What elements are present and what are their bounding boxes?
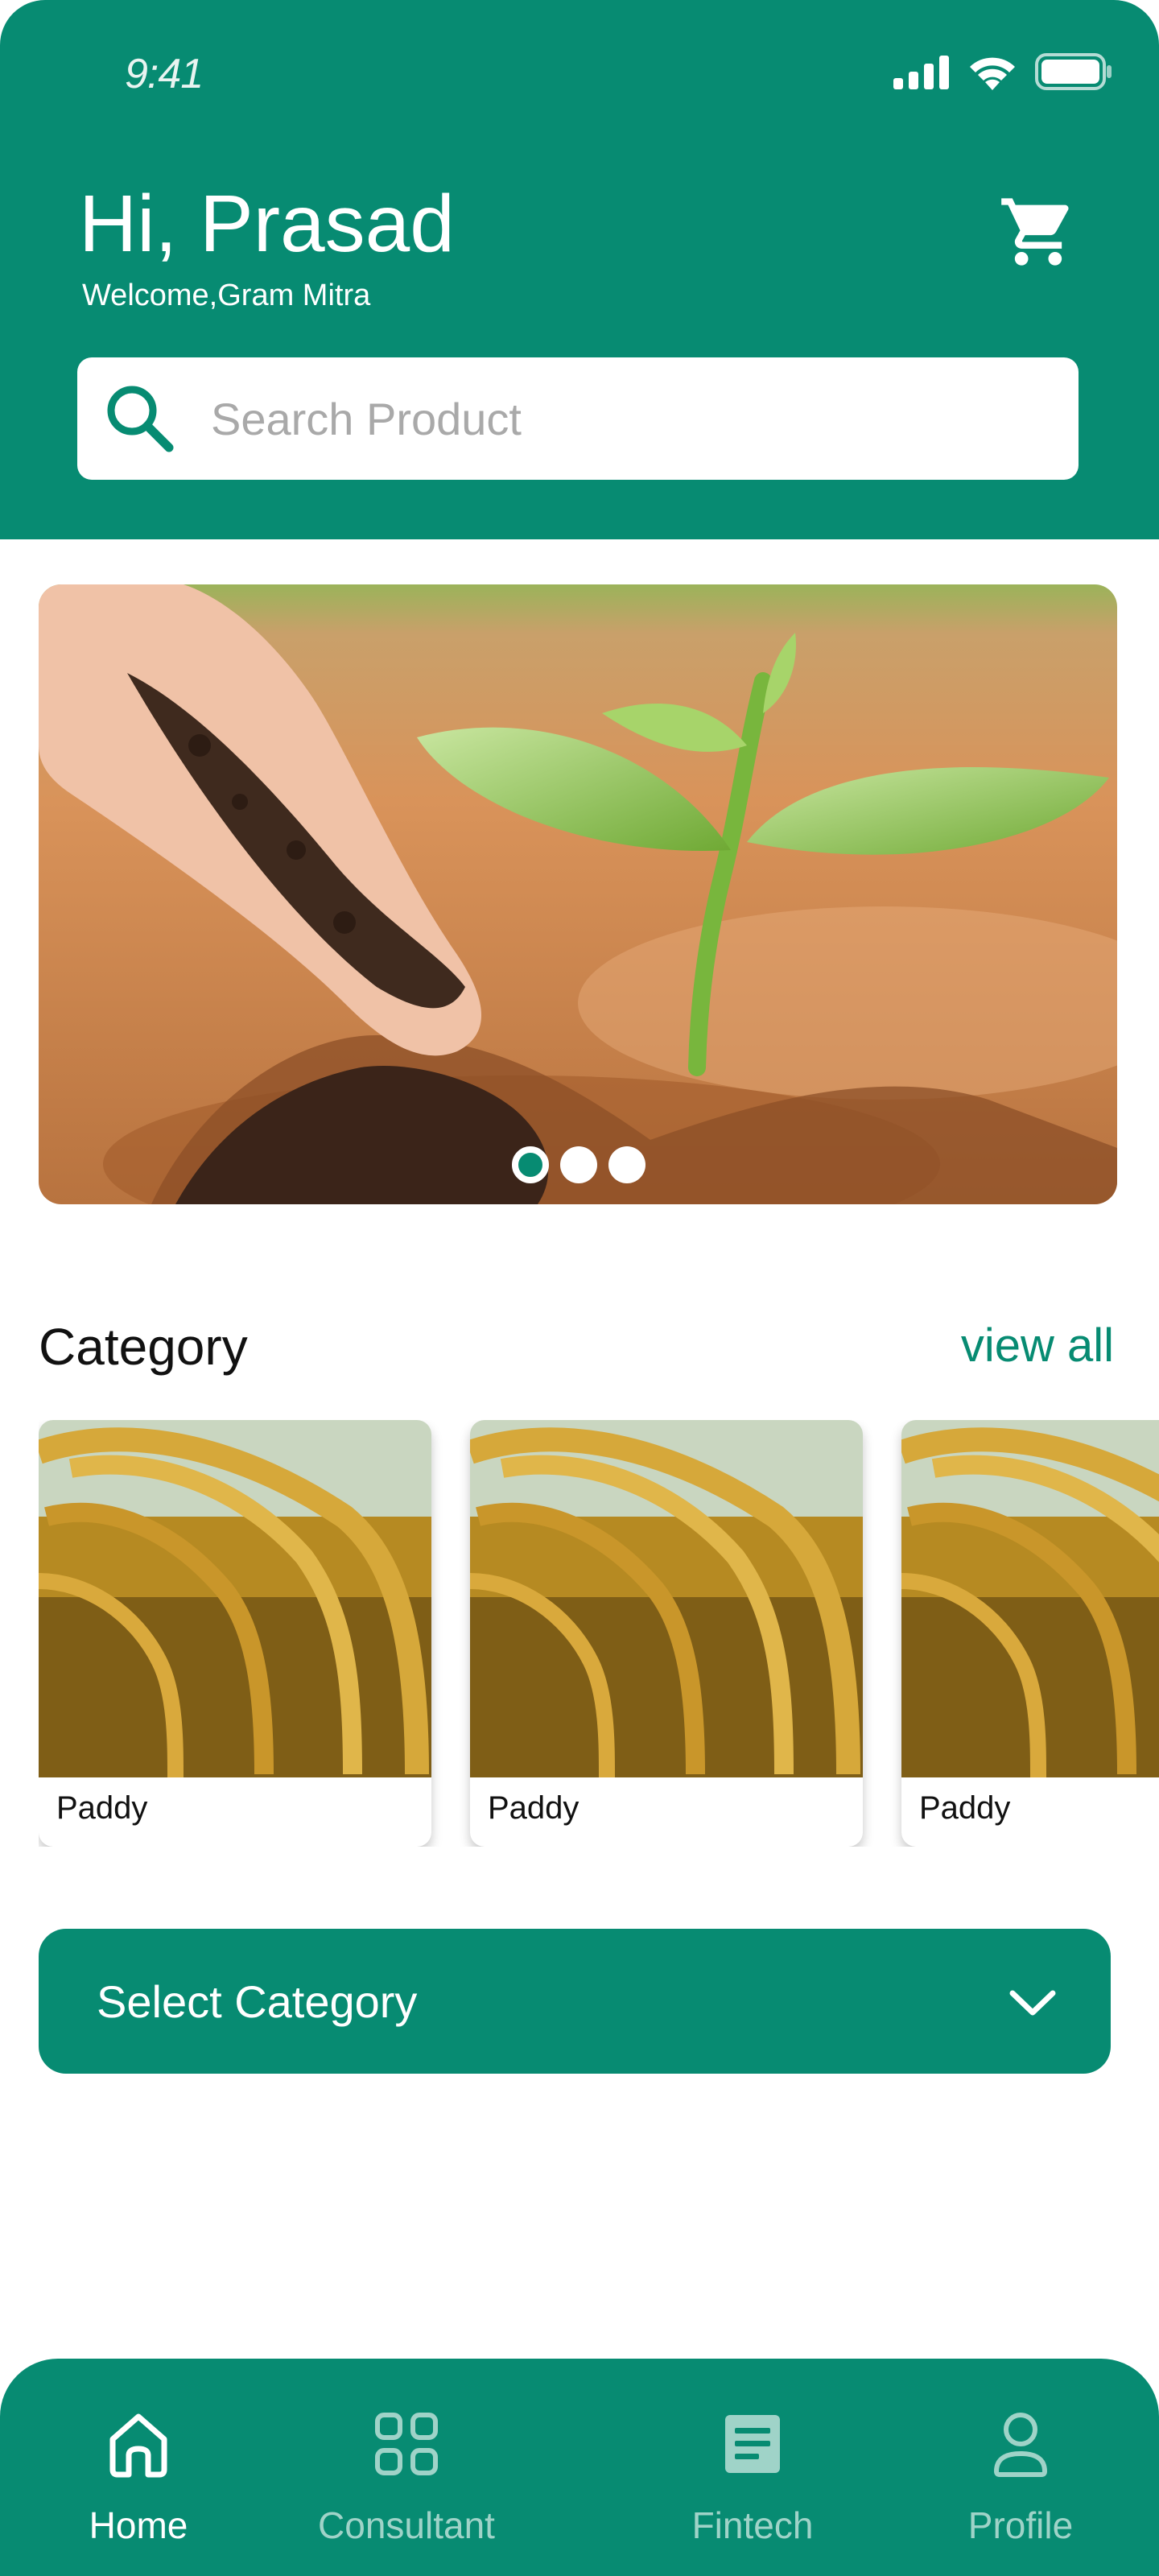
select-category-dropdown[interactable]: Select Category bbox=[39, 1929, 1111, 2074]
nav-label-home: Home bbox=[89, 2504, 188, 2546]
category-card[interactable]: Paddy bbox=[39, 1420, 431, 1847]
category-label: Paddy bbox=[919, 1790, 1011, 1826]
search-placeholder: Search Product bbox=[211, 393, 522, 444]
bottom-nav: Home Consultant Fintech Profile bbox=[0, 2359, 1159, 2576]
carousel-dots bbox=[512, 1146, 645, 1183]
paddy-image bbox=[901, 1420, 1159, 1777]
battery-icon bbox=[1035, 53, 1112, 90]
status-icons bbox=[893, 53, 1112, 90]
welcome-subtitle: Welcome,Gram Mitra bbox=[82, 279, 371, 312]
nav-item-consultant[interactable]: Consultant bbox=[298, 2359, 515, 2576]
category-card[interactable]: Paddy bbox=[470, 1420, 863, 1847]
banner-image bbox=[39, 584, 1117, 1204]
wifi-icon bbox=[970, 57, 1015, 90]
status-time: 9:41 bbox=[125, 51, 204, 97]
view-all-link[interactable]: view all bbox=[961, 1319, 1114, 1373]
carousel-dot-2[interactable] bbox=[560, 1146, 597, 1183]
nav-label-consultant: Consultant bbox=[318, 2504, 495, 2546]
nav-item-home[interactable]: Home bbox=[58, 2359, 219, 2576]
nav-label-fintech: Fintech bbox=[691, 2504, 814, 2546]
search-input[interactable]: Search Product bbox=[77, 357, 1079, 480]
signal-icon bbox=[893, 56, 949, 89]
carousel-dot-1[interactable] bbox=[512, 1146, 549, 1183]
header: 9:41 Hi, Prasad Welcome,Gram Mitra Searc… bbox=[0, 0, 1159, 539]
home-icon bbox=[109, 2413, 167, 2478]
cart-icon[interactable] bbox=[998, 192, 1079, 272]
select-category-label: Select Category bbox=[97, 1976, 418, 2027]
promo-banner[interactable] bbox=[39, 584, 1117, 1204]
greeting-title: Hi, Prasad bbox=[79, 179, 455, 269]
category-label: Paddy bbox=[56, 1790, 148, 1826]
grid-icon bbox=[375, 2413, 438, 2475]
category-title: Category bbox=[39, 1318, 248, 1376]
category-label: Paddy bbox=[488, 1790, 580, 1826]
document-icon bbox=[725, 2415, 780, 2473]
paddy-image bbox=[39, 1420, 431, 1777]
carousel-dot-3[interactable] bbox=[608, 1146, 645, 1183]
search-icon bbox=[107, 386, 174, 452]
nav-item-fintech[interactable]: Fintech bbox=[660, 2359, 845, 2576]
nav-item-profile[interactable]: Profile bbox=[940, 2359, 1101, 2576]
paddy-image bbox=[470, 1420, 863, 1777]
category-carousel: Paddy Paddy Paddy bbox=[39, 1420, 1159, 1847]
profile-icon bbox=[994, 2413, 1047, 2477]
category-card[interactable]: Paddy bbox=[901, 1420, 1159, 1847]
nav-label-profile: Profile bbox=[967, 2504, 1074, 2546]
chevron-down-icon bbox=[1009, 1990, 1056, 2016]
